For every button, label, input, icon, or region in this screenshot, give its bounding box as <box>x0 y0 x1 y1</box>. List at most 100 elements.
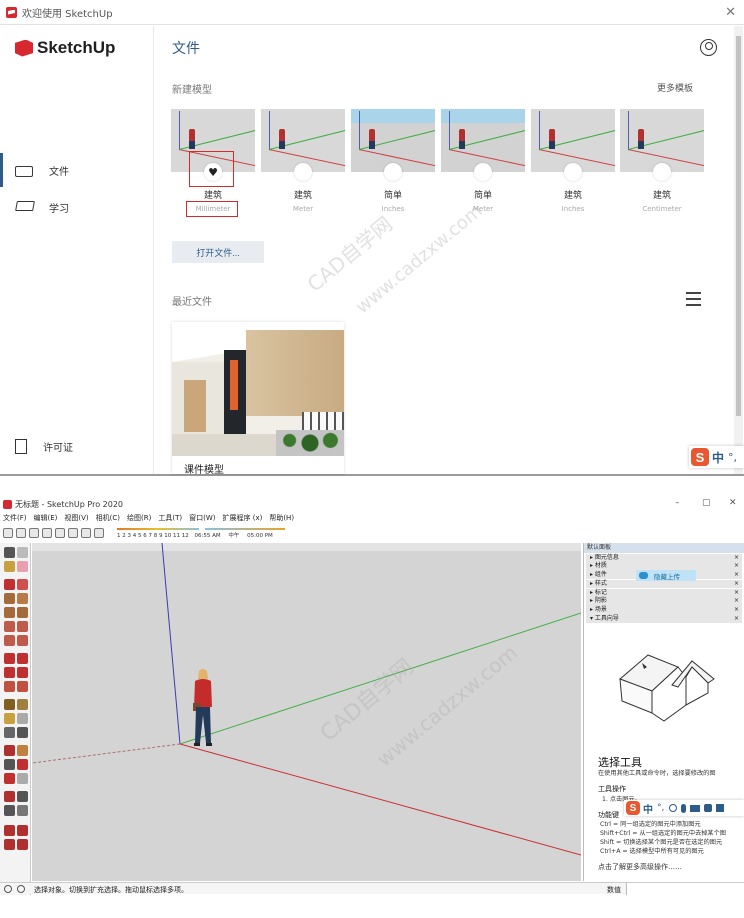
arc-tool-icon[interactable] <box>4 621 15 632</box>
menu-view[interactable]: 视图(V) <box>64 513 88 525</box>
component-tool-icon[interactable] <box>17 547 28 558</box>
text-tool-icon[interactable] <box>17 713 28 724</box>
layout-send-icon[interactable] <box>17 839 28 850</box>
follow-me-icon[interactable] <box>17 667 28 678</box>
three-point-arc-icon[interactable] <box>4 635 15 646</box>
iso-view-icon[interactable] <box>3 527 13 538</box>
look-around-icon[interactable] <box>17 791 28 802</box>
menu-draw[interactable]: 绘图(R) <box>127 513 151 525</box>
recent-file-card[interactable]: 课件模型 <box>172 322 344 474</box>
move-tool-icon[interactable] <box>4 653 15 664</box>
freehand-tool-icon[interactable] <box>17 579 28 590</box>
drawing-viewport[interactable]: CAD自学网 www.cadzxw.com <box>32 543 581 881</box>
hide-upload-button[interactable]: 隐藏上传 <box>636 570 696 581</box>
pan-tool-icon[interactable] <box>17 745 28 756</box>
tray-section-styles[interactable]: ▸ 样式 × <box>586 579 742 589</box>
user-account-icon[interactable] <box>700 39 717 56</box>
list-view-icon[interactable] <box>686 292 701 306</box>
eraser-icon[interactable] <box>17 561 28 572</box>
sidebar-item-learn[interactable]: 学习 <box>0 190 154 224</box>
menu-tools[interactable]: 工具(T) <box>158 513 182 525</box>
ime-punctuation-indicator[interactable]: °, <box>657 803 664 813</box>
polygon-tool-icon[interactable] <box>17 607 28 618</box>
microphone-icon[interactable] <box>681 803 687 813</box>
ime-toolbar[interactable]: S 中 °, <box>689 446 744 468</box>
instructor-info-icon[interactable] <box>17 885 25 893</box>
ime-toolbar[interactable]: S 中 °, <box>624 800 744 816</box>
advanced-operations-link[interactable]: 点击了解更多高级操作…… <box>598 862 682 872</box>
bottom-view-icon[interactable] <box>81 527 91 538</box>
zoom-window-icon[interactable] <box>17 759 28 770</box>
front-view-icon[interactable] <box>29 527 39 538</box>
shadow-toggle-icon[interactable] <box>94 527 104 538</box>
previous-view-icon[interactable] <box>17 773 28 784</box>
vertical-scrollbar[interactable] <box>734 26 743 474</box>
zoom-extents-icon[interactable] <box>4 773 15 784</box>
tray-section-scenes[interactable]: ▸ 场景 × <box>586 606 742 615</box>
extension-warehouse-icon[interactable] <box>17 825 28 836</box>
tray-section-tags[interactable]: ▸ 标记 × <box>586 588 742 597</box>
zoom-tool-icon[interactable] <box>4 759 15 770</box>
close-icon[interactable]: ✕ <box>725 5 736 20</box>
two-point-arc-icon[interactable] <box>17 621 28 632</box>
right-view-icon[interactable] <box>42 527 52 538</box>
template-card[interactable]: 建筑 Meter <box>261 109 345 217</box>
skin-icon[interactable] <box>704 804 713 812</box>
keyboard-icon[interactable] <box>690 804 701 812</box>
protractor-icon[interactable] <box>4 713 15 724</box>
select-tool-icon[interactable] <box>4 547 15 558</box>
scale-figure[interactable] <box>190 669 216 747</box>
open-file-button[interactable]: 打开文件... <box>172 241 264 263</box>
position-camera-icon[interactable] <box>4 791 15 802</box>
template-select-circle[interactable] <box>474 163 492 181</box>
tray-section-shadows[interactable]: ▸ 阴影 × <box>586 597 742 606</box>
back-view-icon[interactable] <box>55 527 65 538</box>
ime-language-indicator[interactable]: 中 <box>712 449 724 466</box>
template-select-circle[interactable] <box>384 163 402 181</box>
template-select-circle[interactable] <box>294 163 312 181</box>
section-plane-icon[interactable] <box>17 805 28 816</box>
3d-text-icon[interactable] <box>17 727 28 738</box>
template-select-circle[interactable] <box>564 163 582 181</box>
maximize-icon[interactable]: ▢ <box>702 498 711 508</box>
scale-tool-icon[interactable] <box>4 681 15 692</box>
geo-location-icon[interactable] <box>4 885 12 893</box>
top-view-icon[interactable] <box>16 527 26 538</box>
menu-help[interactable]: 帮助(H) <box>269 513 294 525</box>
axes-tool-icon[interactable] <box>4 727 15 738</box>
walk-tool-icon[interactable] <box>4 805 15 816</box>
line-tool-icon[interactable] <box>4 579 15 590</box>
template-card[interactable]: 建筑 Inches <box>531 109 615 217</box>
minimize-icon[interactable]: – <box>675 498 680 508</box>
rotated-rectangle-icon[interactable] <box>17 593 28 604</box>
template-card[interactable]: 简单 Inches <box>351 109 435 217</box>
sidebar-item-files[interactable]: 文件 <box>0 153 154 187</box>
measurement-input[interactable] <box>626 883 744 895</box>
more-templates-link[interactable]: 更多模板 <box>657 81 693 94</box>
share-model-icon[interactable] <box>4 839 15 850</box>
orbit-tool-icon[interactable] <box>4 745 15 756</box>
template-select-circle[interactable] <box>653 163 671 181</box>
sidebar-item-license[interactable]: 许可证 <box>0 429 154 463</box>
rectangle-tool-icon[interactable] <box>4 593 15 604</box>
menu-edit[interactable]: 编辑(E) <box>34 513 58 525</box>
toolbox-icon[interactable] <box>716 804 725 812</box>
tape-measure-icon[interactable] <box>4 699 15 710</box>
pie-tool-icon[interactable] <box>17 635 28 646</box>
menu-camera[interactable]: 相机(C) <box>96 513 120 525</box>
shadow-date-time-slider[interactable]: 1 2 3 4 5 6 7 8 9 10 11 12 06:55 AM 中午 0… <box>117 528 287 539</box>
emoji-icon[interactable] <box>669 804 678 812</box>
menu-window[interactable]: 窗口(W) <box>189 513 215 525</box>
template-card[interactable]: 建筑 Centimeter <box>620 109 704 217</box>
circle-tool-icon[interactable] <box>4 607 15 618</box>
ime-language-indicator[interactable]: 中 <box>643 801 653 816</box>
close-icon[interactable]: ✕ <box>729 498 737 508</box>
dimension-tool-icon[interactable] <box>17 699 28 710</box>
template-card[interactable]: 简单 Meter <box>441 109 525 217</box>
tray-section-entity-info[interactable]: ▸ 图元信息 × <box>586 553 742 562</box>
push-pull-icon[interactable] <box>17 653 28 664</box>
left-view-icon[interactable] <box>68 527 78 538</box>
menu-file[interactable]: 文件(F) <box>3 513 27 525</box>
rotate-tool-icon[interactable] <box>4 667 15 678</box>
tray-section-instructor[interactable]: ▾ 工具向导 × <box>586 615 742 624</box>
